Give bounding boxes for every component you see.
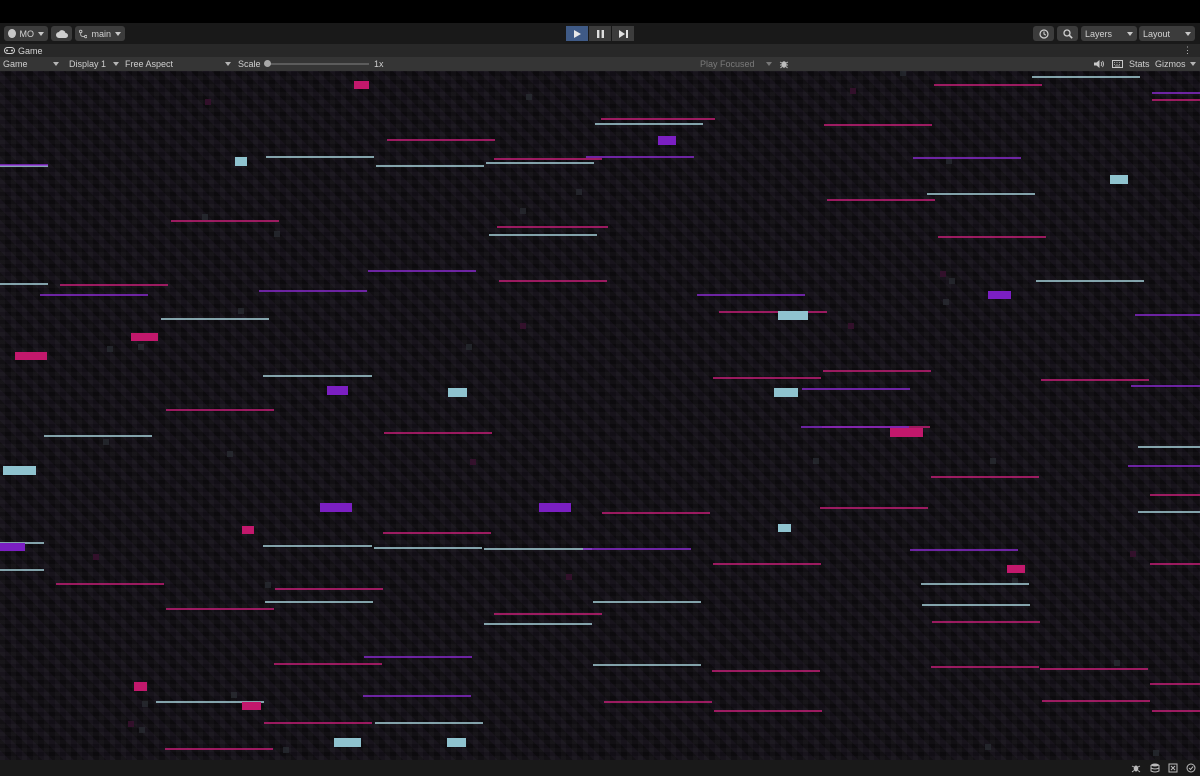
build-button[interactable] [1168,763,1178,773]
play-mode-label: Play Focused [700,59,755,69]
branch-dropdown[interactable]: main [75,26,125,41]
scale-value: 1x [374,59,384,69]
play-icon [573,29,581,38]
account-icon [8,29,16,38]
history-icon [1038,28,1049,39]
purple-blocks [0,136,1011,551]
lightblue-blocks [3,157,1128,747]
mute-audio-button[interactable] [1094,59,1105,69]
play-mode-dropdown[interactable]: Play Focused [700,57,774,71]
branch-icon [79,29,88,38]
status-bar [0,760,1200,776]
cloud-icon [55,29,68,38]
chevron-down-icon [1127,31,1133,36]
view-mode-label: Game [3,59,28,69]
layout-dropdown[interactable]: Layout [1139,26,1195,41]
tab-game[interactable]: Game [4,44,43,57]
chevron-down-icon [38,31,44,36]
gamepad-icon [4,47,15,54]
chevron-down-icon [766,62,772,66]
chevron-down-icon [225,62,231,66]
speaker-icon [1094,60,1104,68]
display-label: Display 1 [69,59,107,69]
game-viewport[interactable] [0,71,1200,760]
profiler-button[interactable] [1131,763,1141,773]
main-toolbar: MO main Layers Layout [0,23,1200,44]
layers-dropdown[interactable]: Layers [1081,26,1137,41]
account-dropdown[interactable]: MO [4,26,48,41]
chevron-down-icon [115,31,121,36]
check-circle-icon [1186,763,1196,773]
display-dropdown[interactable]: Display 1 [69,57,121,71]
aspect-label: Free Aspect [125,59,174,69]
chevron-down-icon [113,62,119,66]
database-button[interactable] [1150,763,1160,773]
bug-icon [779,61,789,69]
tab-game-label: Game [18,45,43,56]
build-icon [1168,763,1178,773]
search-button[interactable] [1057,26,1078,41]
gizmos-label: Gizmos [1155,59,1186,69]
scale-slider-handle[interactable] [264,60,271,67]
magenta-streaks [56,84,1200,750]
step-forward-icon [618,29,628,38]
step-button[interactable] [612,26,634,41]
layers-label: Layers [1085,28,1113,39]
history-button[interactable] [1033,26,1054,41]
chevron-down-icon [1185,31,1191,36]
pause-icon [596,29,604,38]
play-button[interactable] [566,26,588,41]
background-pixel-noise-magenta [93,88,1136,727]
keyboard-icon [1112,60,1123,68]
debug-bug-button[interactable] [779,59,789,69]
keyboard-shortcuts-button[interactable] [1112,60,1123,68]
lightblue-streaks [0,76,1200,724]
cloud-button[interactable] [51,26,72,41]
magenta-blocks [15,81,1025,710]
database-icon [1150,763,1160,773]
playback-controls [566,26,635,41]
chevron-down-icon [53,62,59,66]
branch-label: main [91,28,111,39]
game-view-toolbar: Game Display 1 Free Aspect Scale 1x Play… [0,57,1200,71]
gizmos-dropdown[interactable]: Gizmos [1155,57,1198,71]
background-pixel-noise [103,71,1159,756]
search-icon [1062,28,1073,39]
scale-slider[interactable] [264,60,369,67]
game-scene [0,71,1200,756]
chevron-down-icon [1190,62,1196,66]
window-top-strip [0,0,1200,23]
game-tab-bar: Game ⋮ [0,44,1200,57]
bug-icon [1131,765,1141,773]
status-check-button[interactable] [1186,763,1196,773]
account-label: MO [19,28,35,39]
more-options-icon[interactable]: ⋮ [1183,45,1192,56]
pause-button[interactable] [589,26,611,41]
layout-label: Layout [1143,28,1171,39]
view-mode-dropdown[interactable]: Game [3,57,61,71]
aspect-dropdown[interactable]: Free Aspect [125,57,233,71]
stats-button[interactable]: Stats [1129,59,1150,69]
scale-label: Scale [238,59,261,69]
